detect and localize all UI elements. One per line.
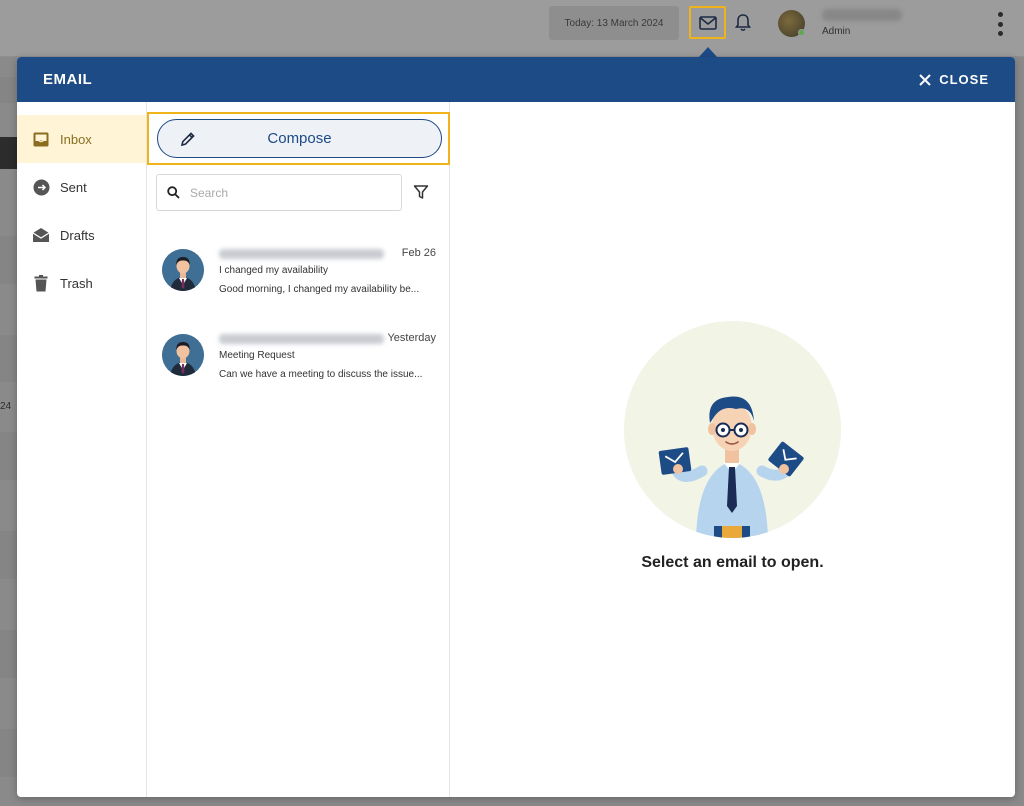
search-icon: [167, 186, 180, 199]
background-menu-glyph: [0, 137, 17, 169]
folder-label: Sent: [60, 179, 87, 195]
background-row: [0, 630, 17, 678]
background-row: [0, 729, 17, 777]
search-input[interactable]: [190, 185, 380, 200]
sender-avatar: [162, 334, 204, 376]
close-icon: [919, 73, 931, 86]
background-fragment-text: 24: [0, 401, 12, 412]
sender-email-blurred: [219, 249, 384, 259]
filter-button[interactable]: [413, 184, 431, 202]
folder-drafts[interactable]: Drafts: [17, 211, 146, 259]
inbox-icon: [32, 130, 50, 148]
bell-icon: [735, 13, 751, 31]
background-row: [0, 77, 17, 103]
email-preview: Can we have a meeting to discuss the iss…: [219, 369, 423, 380]
background-row: [0, 531, 17, 579]
notifications-button[interactable]: [733, 11, 753, 33]
folder-sent[interactable]: Sent: [17, 163, 146, 211]
modal-header: EMAIL CLOSE: [17, 57, 1015, 102]
search-box: [156, 174, 402, 211]
app-top-bar: Today: 13 March 2024 Admin: [0, 0, 1024, 57]
compose-label: Compose: [267, 130, 332, 147]
email-date: Feb 26: [401, 247, 436, 259]
background-row: [0, 432, 17, 480]
email-date: Yesterday: [387, 332, 436, 344]
mail-icon: [698, 15, 717, 30]
email-preview: Good morning, I changed my availability …: [219, 284, 420, 295]
email-subject: Meeting Request: [219, 350, 295, 361]
more-vertical-icon: [997, 12, 1003, 17]
email-modal: EMAIL CLOSE Inbox Sent Drafts Trash Comp…: [17, 57, 1015, 797]
email-list-item[interactable]: Yesterday Meeting Request Can we have a …: [147, 326, 450, 398]
sender-avatar: [162, 249, 204, 291]
online-status-dot: [798, 29, 805, 36]
sender-email-blurred: [219, 334, 384, 344]
modal-body: Inbox Sent Drafts Trash Compose Search F…: [17, 102, 1015, 797]
background-row: [0, 335, 17, 382]
email-subject: I changed my availability: [219, 265, 328, 276]
message-list-column: Compose Feb 26 I changed my availability…: [147, 102, 450, 797]
folder-label: Drafts: [60, 227, 95, 243]
user-role: Admin: [822, 26, 851, 37]
compose-highlight: Compose: [147, 112, 450, 165]
reading-pane: Select an email to open.: [450, 102, 1015, 797]
user-name-blurred: [822, 9, 902, 21]
folder-inbox[interactable]: Inbox: [17, 115, 146, 163]
trash-icon: [32, 274, 50, 292]
folder-trash[interactable]: Trash: [17, 259, 146, 307]
close-button[interactable]: CLOSE: [919, 72, 989, 87]
date-chip: Today: 13 March 2024: [549, 6, 679, 40]
empty-state-message: Select an email to open.: [641, 554, 824, 571]
drafts-icon: [32, 226, 50, 244]
folder-label: Inbox: [60, 131, 92, 147]
sent-icon: [32, 178, 50, 196]
modal-title: EMAIL: [43, 71, 93, 88]
compose-button[interactable]: Compose: [157, 119, 442, 158]
background-row: [0, 236, 17, 284]
filter-icon: [413, 185, 429, 199]
empty-state-illustration: [624, 321, 841, 538]
close-label: CLOSE: [939, 72, 989, 87]
mail-icon-button[interactable]: [689, 6, 726, 39]
folder-label: Trash: [60, 275, 93, 291]
pencil-icon: [180, 132, 195, 147]
popover-pointer: [699, 47, 717, 57]
folder-sidebar: Inbox Sent Drafts Trash: [17, 102, 147, 797]
more-options-button[interactable]: [994, 12, 1006, 36]
email-list-item[interactable]: Feb 26 I changed my availability Good mo…: [147, 241, 450, 313]
